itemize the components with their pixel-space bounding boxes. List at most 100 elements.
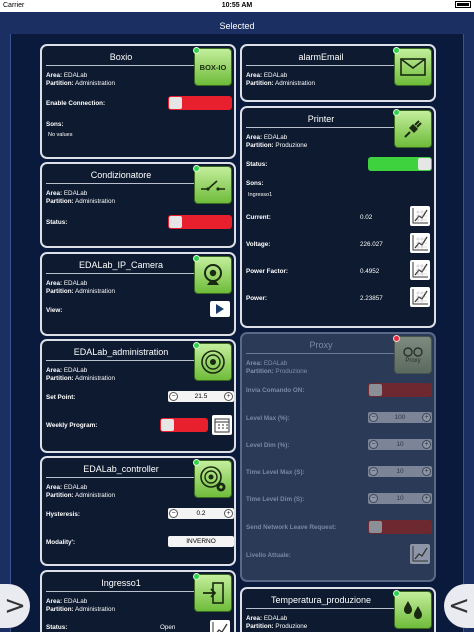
card-title: Boxio (109, 52, 133, 62)
partition-value: Administration (275, 79, 315, 87)
card-title: EDALab_controller (83, 464, 159, 474)
partition-value: Produzione (275, 367, 308, 375)
sons-label: Sons: (246, 180, 264, 187)
set-point-stepper[interactable]: − 21.5 + (168, 391, 234, 402)
area-value: EDALab (263, 134, 288, 141)
level-dim-stepper[interactable]: − 10 + (368, 439, 432, 450)
decrement-button[interactable]: − (369, 413, 378, 422)
livello-chart-button[interactable] (410, 544, 430, 564)
status-led (193, 342, 200, 349)
card-title: Ingresso1 (101, 578, 141, 588)
area-value: EDALab (63, 72, 88, 79)
calendar-icon (214, 418, 230, 433)
partition-value: Administration (75, 491, 115, 499)
area-value: EDALab (63, 190, 88, 197)
level-dim-label: Level Dim (%): (246, 442, 290, 449)
card-ingresso1[interactable]: Ingresso1 Area: EDALab Partition: Admini… (40, 570, 236, 632)
battery-icon (453, 0, 471, 12)
hysteresis-stepper[interactable]: − 0.2 + (168, 508, 234, 519)
card-edalab-administration[interactable]: EDALab_administration Area: EDALab Parti… (40, 339, 236, 453)
enable-connection-toggle[interactable] (168, 96, 232, 110)
card-title: Printer (307, 114, 335, 124)
area-value: EDALab (63, 598, 88, 605)
time-level-max-stepper[interactable]: − 10 + (368, 466, 432, 477)
area-value: EDALab (263, 72, 288, 79)
voltage-value: 226.027 (360, 241, 383, 248)
play-icon (216, 304, 224, 314)
decrement-button[interactable]: − (169, 509, 178, 518)
decrement-button[interactable]: − (369, 494, 378, 503)
hysteresis-label: Hysteresis: (46, 511, 80, 518)
power-factor-label: Power Factor: (246, 268, 288, 275)
status-led (193, 573, 200, 580)
thermostat-icon (193, 342, 232, 381)
status-led (193, 47, 200, 54)
status-led (393, 109, 400, 116)
status-led (393, 47, 400, 54)
weekly-program-toggle[interactable] (160, 418, 208, 432)
card-title: EDALab_administration (73, 347, 169, 357)
voltage-chart-button[interactable] (410, 233, 430, 253)
card-printer[interactable]: Printer Area: EDALab Partition: Produzio… (240, 106, 436, 328)
card-condizionatore[interactable]: Condizionatore Area: EDALab Partition: A… (40, 162, 236, 248)
chart-icon (412, 208, 428, 224)
power-label: Power: (246, 295, 267, 302)
card-alarm-email[interactable]: alarmEmail Area: EDALab Partition: Admin… (240, 44, 436, 102)
device-grid: Boxio BOX-IO Area: EDALab Partition: Adm… (10, 34, 464, 632)
status-led (193, 459, 200, 466)
chart-icon (412, 546, 428, 562)
decrement-button[interactable]: − (369, 440, 378, 449)
partition-value: Administration (75, 197, 115, 205)
status-label: Status: (46, 624, 68, 631)
current-value: 0.02 (360, 214, 373, 221)
card-ip-camera[interactable]: EDALab_IP_Camera Area: EDALab Partition:… (40, 252, 236, 336)
increment-button[interactable]: + (422, 467, 431, 476)
power-factor-value: 0.4952 (360, 268, 380, 275)
network-leave-toggle[interactable] (368, 520, 432, 534)
status-bar: Carrier 10:55 AM (0, 0, 474, 12)
view-play-button[interactable] (210, 301, 230, 317)
status-label: Status: (46, 219, 68, 226)
increment-button[interactable]: + (422, 413, 431, 422)
modality-label: Modality': (46, 539, 76, 546)
partition-value: Produzione (275, 622, 308, 630)
increment-button[interactable]: + (422, 440, 431, 449)
page-title: Selected (219, 21, 255, 31)
decrement-button[interactable]: − (169, 392, 178, 401)
sons-value: Ingresso1 (248, 192, 273, 198)
condizionatore-status-toggle[interactable] (168, 215, 232, 229)
increment-button[interactable]: + (224, 392, 233, 401)
level-max-label: Level Max (%): (246, 415, 290, 422)
power-chart-button[interactable] (410, 287, 430, 307)
time-level-dim-label: Time Level Dim (S): (246, 496, 305, 503)
login-door-icon (193, 573, 232, 612)
invia-comando-toggle[interactable] (368, 383, 432, 397)
increment-button[interactable]: + (422, 494, 431, 503)
card-boxio[interactable]: Boxio BOX-IO Area: EDALab Partition: Adm… (40, 44, 236, 159)
time-level-dim-stepper[interactable]: − 10 + (368, 493, 432, 504)
printer-status-toggle[interactable] (368, 157, 432, 171)
sons-value: No values (48, 132, 73, 138)
area-value: EDALab (263, 615, 288, 622)
partition-value: Produzione (275, 141, 308, 149)
card-title: EDALab_IP_Camera (78, 260, 164, 270)
card-proxy[interactable]: Proxy Proxy Area: EDALab Partition: Prod… (240, 332, 436, 582)
partition-value: Administration (75, 374, 115, 382)
plug-icon (393, 109, 432, 148)
calendar-button[interactable] (212, 415, 232, 435)
area-value: EDALab (63, 280, 88, 287)
ingresso-chart-button[interactable] (210, 620, 230, 632)
decrement-button[interactable]: − (369, 467, 378, 476)
network-leave-label: Send Network Leave Request: (246, 524, 337, 531)
card-title: Proxy (309, 340, 333, 350)
area-value: EDALab (263, 360, 288, 367)
increment-button[interactable]: + (224, 509, 233, 518)
power-factor-chart-button[interactable] (410, 260, 430, 280)
card-temperatura-produzione[interactable]: Temperatura_produzione Area: EDALab Part… (240, 587, 436, 632)
partition-value: Administration (75, 79, 115, 87)
modality-select[interactable]: INVERNO (168, 536, 234, 547)
current-chart-button[interactable] (410, 206, 430, 226)
card-edalab-controller[interactable]: EDALab_controller Area: EDALab Partition… (40, 456, 236, 566)
switch-icon (193, 165, 232, 204)
level-max-stepper[interactable]: − 100 + (368, 412, 432, 423)
